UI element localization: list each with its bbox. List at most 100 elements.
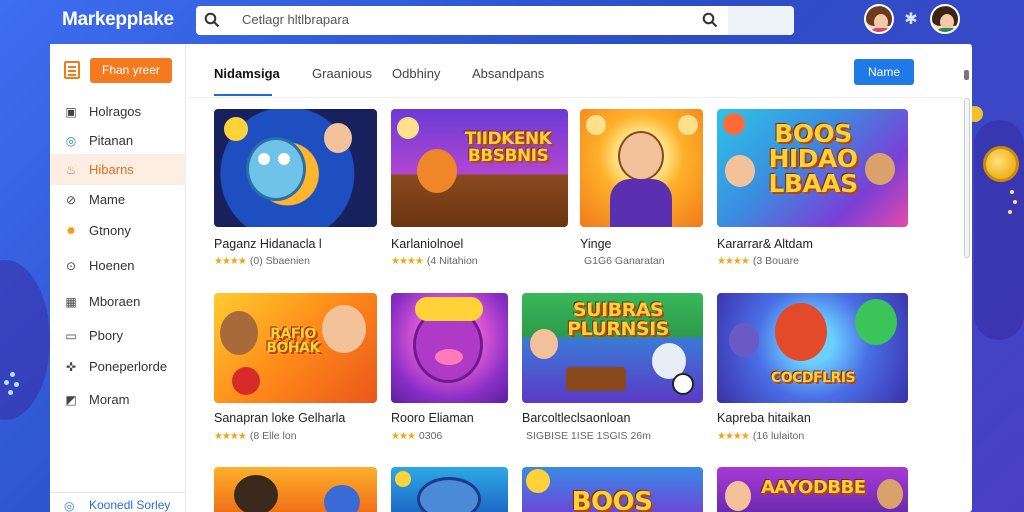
background-blob — [0, 260, 50, 420]
menu-icon[interactable] — [64, 61, 80, 79]
sidebar-item-label: Pitanan — [89, 133, 134, 148]
rating-stars: ★★★★ — [717, 256, 750, 267]
app-window: Fhan yreer ▣ Holragos ◎ Pitanan ♨ Hibarn… — [50, 44, 972, 512]
sidebar-item-gtnony[interactable]: ✹ Gtnony — [50, 215, 186, 246]
sidebar-item-poneperlorde[interactable]: ✜ Poneperlorde — [50, 351, 186, 382]
sidebar-item-hibarns[interactable]: ♨ Hibarns — [50, 154, 186, 185]
game-banner-text: COCDFLRIS — [770, 370, 856, 386]
sidebar-item-mboraen[interactable]: ▦ Mboraen — [50, 286, 186, 317]
compass-icon: ◎ — [65, 133, 77, 148]
bag-icon: ▣ — [65, 104, 77, 119]
sidebar-item-label: Moram — [89, 392, 130, 407]
search-input[interactable]: Cetlagr hltlbrapara — [242, 12, 349, 27]
game-banner-text: TIIDKENK BBSBNIS — [464, 129, 552, 166]
sidebar-item-mame[interactable]: ⊘ Mame — [50, 184, 186, 215]
game-card[interactable]: TIIDKENK BBSBNIS Karlaniolnoel ★★★★ (4 Ni… — [391, 109, 568, 269]
game-banner-text: AAYODBBE — [761, 477, 866, 498]
game-thumbnail[interactable]: AAYODBBE — [717, 467, 908, 512]
game-thumbnail[interactable]: COCDFLRIS — [717, 293, 908, 403]
game-title[interactable]: Barcoltleclsaonloan — [522, 411, 630, 425]
search-button[interactable] — [728, 6, 794, 35]
sidebar-item-pitanan[interactable]: ◎ Pitanan — [50, 125, 186, 156]
puzzle-icon: ✜ — [65, 359, 77, 374]
review-count: (16 lulaiton — [752, 430, 805, 442]
coin-icon: ⊙ — [65, 258, 77, 273]
game-card[interactable]: Yinge G1G6 Ganaratan — [580, 109, 703, 269]
game-rating: G1G6 Ganaratan — [580, 255, 665, 267]
game-card[interactable] — [391, 467, 508, 512]
rating-stars: ★★★★ — [391, 256, 424, 267]
game-thumbnail[interactable] — [214, 109, 377, 227]
game-thumbnail[interactable]: BOOS — [522, 467, 703, 512]
friend-avatar[interactable] — [930, 4, 960, 34]
name-button[interactable]: Name — [854, 59, 914, 85]
review-count: SIGBISE 1ISE 1SGIS 26m — [526, 430, 651, 442]
game-title[interactable]: Yinge — [580, 237, 612, 251]
sidebar-footer[interactable]: ◎ Koonedl Sorley — [50, 492, 186, 512]
search-submit-icon[interactable] — [702, 12, 718, 28]
game-card[interactable]: BOOS — [522, 467, 703, 512]
app-logo[interactable]: Markepplake — [62, 9, 174, 31]
game-title[interactable]: Paganz Hidanacla l — [214, 237, 322, 251]
game-thumbnail[interactable]: SUIBRAS PLURNSIS — [522, 293, 703, 403]
sidebar-item-holragos[interactable]: ▣ Holragos — [50, 96, 186, 127]
tab-odbhiny[interactable]: Odbhiny — [392, 66, 440, 81]
tab-graanious[interactable]: Graanious — [312, 66, 372, 81]
game-rating: SIGBISE 1ISE 1SGIS 26m — [522, 430, 651, 442]
review-count: (8 Elle lon — [249, 430, 297, 442]
game-card[interactable]: SUIBRAS PLURNSIS Barcoltleclsaonloan SIG… — [522, 293, 703, 453]
user-avatar[interactable] — [864, 4, 894, 34]
game-thumbnail[interactable] — [391, 293, 508, 403]
game-thumbnail[interactable]: RAFIO BOHAK — [214, 293, 377, 403]
chart-icon: ◩ — [65, 392, 77, 407]
game-thumbnail[interactable]: TIIDKENK BBSBNIS — [391, 109, 568, 227]
game-card[interactable]: BOOS HIDAO LBAAS Kararrar& Altdam ★★★★ (3… — [717, 109, 908, 269]
flame-icon: ♨ — [65, 162, 77, 177]
support-link[interactable]: Koonedl Sorley — [89, 498, 170, 512]
game-title[interactable]: Karlaniolnoel — [391, 237, 463, 251]
review-count: G1G6 Ganaratan — [584, 255, 665, 267]
game-thumbnail[interactable] — [214, 467, 377, 512]
game-title[interactable]: Kapreba hitaikan — [717, 411, 811, 425]
game-title[interactable]: Sanapran loke Gelharla — [214, 411, 345, 425]
game-card[interactable]: Rooro Eliaman ★★★ 0306 — [391, 293, 508, 453]
help-icon: ◎ — [64, 499, 75, 512]
coin-decoration — [983, 146, 1019, 182]
scroll-thumb[interactable] — [964, 70, 969, 80]
plan-button[interactable]: Fhan yreer — [90, 58, 172, 83]
sidebar: Fhan yreer ▣ Holragos ◎ Pitanan ♨ Hibarn… — [50, 44, 186, 512]
game-rating: ★★★★ (0) Sbaenien — [214, 255, 310, 267]
tabs-divider — [187, 97, 962, 98]
sidebar-item-moram[interactable]: ◩ Moram — [50, 384, 186, 415]
game-card[interactable]: AAYODBBE — [717, 467, 908, 512]
tab-absandpans[interactable]: Absandpans — [472, 66, 544, 81]
main-content: Nidamsiga Graanious Odbhiny Absandpans N… — [187, 44, 972, 512]
review-count: (0) Sbaenien — [249, 255, 310, 267]
monitor-icon: ▦ — [65, 294, 77, 309]
sidebar-header: Fhan yreer — [50, 54, 186, 88]
game-card[interactable]: RAFIO BOHAK Sanapran loke Gelharla ★★★★(… — [214, 293, 377, 453]
sidebar-item-pbory[interactable]: ▭ Pbory — [50, 320, 186, 351]
scrollbar[interactable] — [962, 98, 972, 512]
tab-nidamsiga[interactable]: Nidamsiga — [214, 66, 280, 81]
sparkle-icon[interactable]: ✱ — [902, 11, 920, 29]
sparkle-decoration — [4, 372, 20, 396]
game-card[interactable] — [214, 467, 377, 512]
sidebar-item-label: Hibarns — [89, 162, 134, 177]
game-card[interactable]: Paganz Hidanacla l ★★★★ (0) Sbaenien — [214, 109, 377, 269]
game-thumbnail[interactable] — [391, 467, 508, 512]
review-count: (4 Nitahion — [426, 255, 478, 267]
game-rating: ★★★★ (16 lulaiton — [717, 430, 804, 442]
game-rating: ★★★★ (4 Nitahion — [391, 255, 478, 267]
rating-stars: ★★★★ — [214, 256, 247, 267]
game-rating: ★★★ 0306 — [391, 430, 442, 442]
game-title[interactable]: Kararrar& Altdam — [717, 237, 813, 251]
game-thumbnail[interactable]: BOOS HIDAO LBAAS — [717, 109, 908, 227]
game-title[interactable]: Rooro Eliaman — [391, 411, 474, 425]
sidebar-item-hoenen[interactable]: ⊙ Hoenen — [50, 250, 186, 281]
game-card[interactable]: COCDFLRIS Kapreba hitaikan ★★★★ (16 lulai… — [717, 293, 908, 453]
game-thumbnail[interactable] — [580, 109, 703, 227]
game-rating: ★★★★ (8 Elle lon — [214, 430, 297, 442]
search-bar[interactable]: Cetlagr hltlbrapara — [196, 6, 794, 35]
scroll-track[interactable] — [964, 98, 970, 258]
